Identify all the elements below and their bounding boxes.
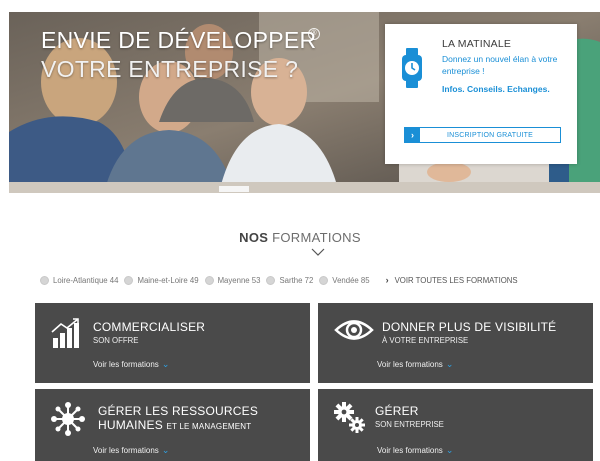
region-option[interactable]: Maine-et-Loire 49 xyxy=(124,275,199,285)
hero-title-line2: VOTRE ENTREPRISE ? xyxy=(41,56,299,82)
region-option[interactable]: Mayenne 53 xyxy=(204,275,261,285)
eye-icon xyxy=(334,320,374,340)
card-gerer[interactable]: GÉRER SON ENTREPRISE Voir les formations… xyxy=(318,389,593,461)
radio-icon xyxy=(266,275,276,285)
chevron-down-icon: ⌄ xyxy=(161,359,170,369)
hero-title: ENVIE DE DÉVELOPPER VOTRE ENTREPRISE ? xyxy=(41,26,316,84)
radio-icon xyxy=(204,275,214,285)
card-commercialiser[interactable]: COMMERCIALISER SON OFFRE Voir les format… xyxy=(35,303,310,383)
region-filter: Loire-Atlantique 44 Maine-et-Loire 49 Ma… xyxy=(40,275,518,285)
card-visibilite[interactable]: DONNER PLUS DE VISIBILITÉ À VOTRE ENTREP… xyxy=(318,303,593,383)
promo-text: Donnez un nouvel élan à votre entreprise… xyxy=(442,54,558,76)
all-formations-link[interactable]: › VOIR TOUTES LES FORMATIONS xyxy=(386,275,518,285)
card-subtitle: À VOTRE ENTREPRISE xyxy=(382,336,469,345)
hero-banner: ENVIE DE DÉVELOPPER VOTRE ENTREPRISE ? ®… xyxy=(9,12,600,193)
promo-tags: Infos. Conseils. Echanges. xyxy=(442,84,550,94)
card-title-line2: HUMAINES xyxy=(98,418,163,432)
card-title-line1: GÉRER LES RESSOURCES xyxy=(98,404,259,418)
radio-icon xyxy=(319,275,329,285)
section-title-light: FORMATIONS xyxy=(272,230,361,245)
radio-icon xyxy=(124,275,134,285)
region-label: Mayenne 53 xyxy=(217,275,261,285)
region-option[interactable]: Loire-Atlantique 44 xyxy=(40,275,119,285)
card-subtitle: SON ENTREPRISE xyxy=(375,420,444,429)
radio-icon xyxy=(40,275,49,285)
page: ENVIE DE DÉVELOPPER VOTRE ENTREPRISE ? ®… xyxy=(0,0,600,461)
matinale-promo-box: LA MATINALE Donnez un nouvel élan à votr… xyxy=(385,24,577,164)
card-title-small: ET LE MANAGEMENT xyxy=(166,422,252,431)
card-link-label: Voir les formations xyxy=(377,446,443,455)
card-link[interactable]: Voir les formations ⌄ xyxy=(377,359,453,370)
card-link[interactable]: Voir les formations ⌄ xyxy=(93,445,169,456)
card-link[interactable]: Voir les formations ⌄ xyxy=(93,359,169,370)
all-formations-label: VOIR TOUTES LES FORMATIONS xyxy=(394,275,518,285)
inscription-button[interactable]: › INSCRIPTION GRATUITE xyxy=(404,127,561,143)
hero-title-line1: ENVIE DE DÉVELOPPER xyxy=(41,27,317,53)
card-link-label: Voir les formations xyxy=(93,446,159,455)
chevron-right-icon: › xyxy=(385,275,389,285)
section-title-strong: NOS xyxy=(239,230,269,245)
region-label: Maine-et-Loire 49 xyxy=(137,275,199,285)
region-option[interactable]: Vendée 85 xyxy=(319,275,370,285)
region-option[interactable]: Sarthe 72 xyxy=(266,275,314,285)
chevron-right-icon: › xyxy=(405,128,420,142)
card-title: GÉRER LES RESSOURCES HUMAINES ET LE MANA… xyxy=(98,404,258,434)
region-label: Vendée 85 xyxy=(332,275,370,285)
card-link[interactable]: Voir les formations ⌄ xyxy=(377,445,453,456)
registered-mark-icon: ® xyxy=(308,28,320,40)
section-title: NOS FORMATIONS xyxy=(0,230,600,245)
smartwatch-icon xyxy=(402,48,422,88)
inscription-button-label: INSCRIPTION GRATUITE xyxy=(447,131,533,139)
gears-icon xyxy=(334,402,365,433)
card-subtitle: SON OFFRE xyxy=(93,336,139,345)
region-label: Loire-Atlantique 44 xyxy=(53,275,119,285)
growth-chart-icon xyxy=(51,318,79,348)
chevron-down-icon: ⌄ xyxy=(445,445,454,455)
chevron-down-icon: ⌄ xyxy=(445,359,454,369)
chevron-down-icon: ⌄ xyxy=(161,445,170,455)
card-ressources-humaines[interactable]: GÉRER LES RESSOURCES HUMAINES ET LE MANA… xyxy=(35,389,310,461)
region-label: Sarthe 72 xyxy=(279,275,314,285)
card-link-label: Voir les formations xyxy=(93,360,159,369)
promo-title: LA MATINALE xyxy=(442,38,512,50)
card-title: DONNER PLUS DE VISIBILITÉ xyxy=(382,320,557,334)
card-title: COMMERCIALISER xyxy=(93,320,206,334)
card-title: GÉRER xyxy=(375,404,419,418)
card-link-label: Voir les formations xyxy=(377,360,443,369)
chevron-down-icon xyxy=(311,248,325,256)
team-network-icon xyxy=(51,402,85,436)
